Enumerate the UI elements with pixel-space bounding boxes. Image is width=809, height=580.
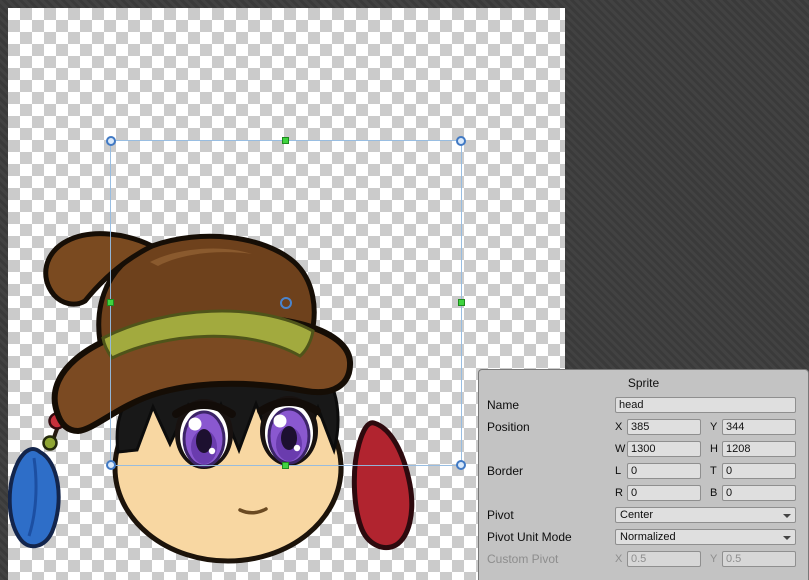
selection-handle-top-right[interactable] [456, 136, 466, 146]
custom-pivot-label: Custom Pivot [487, 552, 615, 566]
pivot-unit-mode-dropdown[interactable]: Normalized [615, 529, 796, 545]
panel-title: Sprite [487, 374, 800, 392]
mouth [240, 509, 266, 513]
selection-handle-bottom[interactable] [282, 462, 289, 469]
pivot-row: Pivot Center [487, 506, 800, 523]
border-row-rb: R B [487, 484, 800, 501]
pivot-handle[interactable] [280, 297, 292, 309]
chevron-down-icon [783, 536, 791, 540]
position-w-field[interactable] [627, 441, 701, 457]
position-x-field[interactable] [627, 419, 701, 435]
border-t-label: T [710, 465, 722, 477]
custom-pivot-y-field [722, 551, 796, 567]
position-h-label: H [710, 443, 722, 455]
position-y-label: Y [710, 421, 722, 433]
name-field[interactable] [615, 397, 796, 413]
border-label: Border [487, 464, 615, 478]
border-r-field[interactable] [627, 485, 701, 501]
sprite-inspector-panel: Sprite Name Position X Y W H [478, 369, 809, 580]
position-y-field[interactable] [722, 419, 796, 435]
name-label: Name [487, 398, 615, 412]
pivot-dropdown-value: Center [620, 509, 653, 521]
pivot-unit-mode-row: Pivot Unit Mode Normalized [487, 528, 800, 545]
selection-handle-bottom-left[interactable] [106, 460, 116, 470]
selection-handle-top[interactable] [282, 137, 289, 144]
position-row-xy: Position X Y [487, 418, 800, 435]
position-label: Position [487, 420, 615, 434]
border-r-label: R [615, 487, 627, 499]
pivot-unit-mode-value: Normalized [620, 531, 676, 543]
sprite-editor-window: Sprite Name Position X Y W H [0, 0, 809, 580]
border-b-label: B [710, 487, 722, 499]
pivot-label: Pivot [487, 508, 615, 522]
position-w-label: W [615, 443, 627, 455]
custom-pivot-row: Custom Pivot X Y [487, 550, 800, 567]
custom-pivot-y-label: Y [710, 553, 722, 565]
selection-handle-top-left[interactable] [106, 136, 116, 146]
selection-handle-right[interactable] [458, 299, 465, 306]
border-l-field[interactable] [627, 463, 701, 479]
bead-strand [44, 398, 73, 450]
sprite-selection-rect[interactable] [110, 140, 462, 466]
position-row-wh: W H [487, 440, 800, 457]
border-l-label: L [615, 465, 627, 477]
border-b-field[interactable] [722, 485, 796, 501]
custom-pivot-x-label: X [615, 553, 627, 565]
border-t-field[interactable] [722, 463, 796, 479]
pivot-dropdown[interactable]: Center [615, 507, 796, 523]
position-h-field[interactable] [722, 441, 796, 457]
position-x-label: X [615, 421, 627, 433]
chevron-down-icon [783, 514, 791, 518]
selection-handle-left[interactable] [107, 299, 114, 306]
name-row: Name [487, 396, 800, 413]
custom-pivot-x-field [627, 551, 701, 567]
pivot-unit-mode-label: Pivot Unit Mode [487, 530, 615, 544]
border-row-lt: Border L T [487, 462, 800, 479]
feather-decoration [10, 449, 59, 546]
selection-handle-bottom-right[interactable] [456, 460, 466, 470]
